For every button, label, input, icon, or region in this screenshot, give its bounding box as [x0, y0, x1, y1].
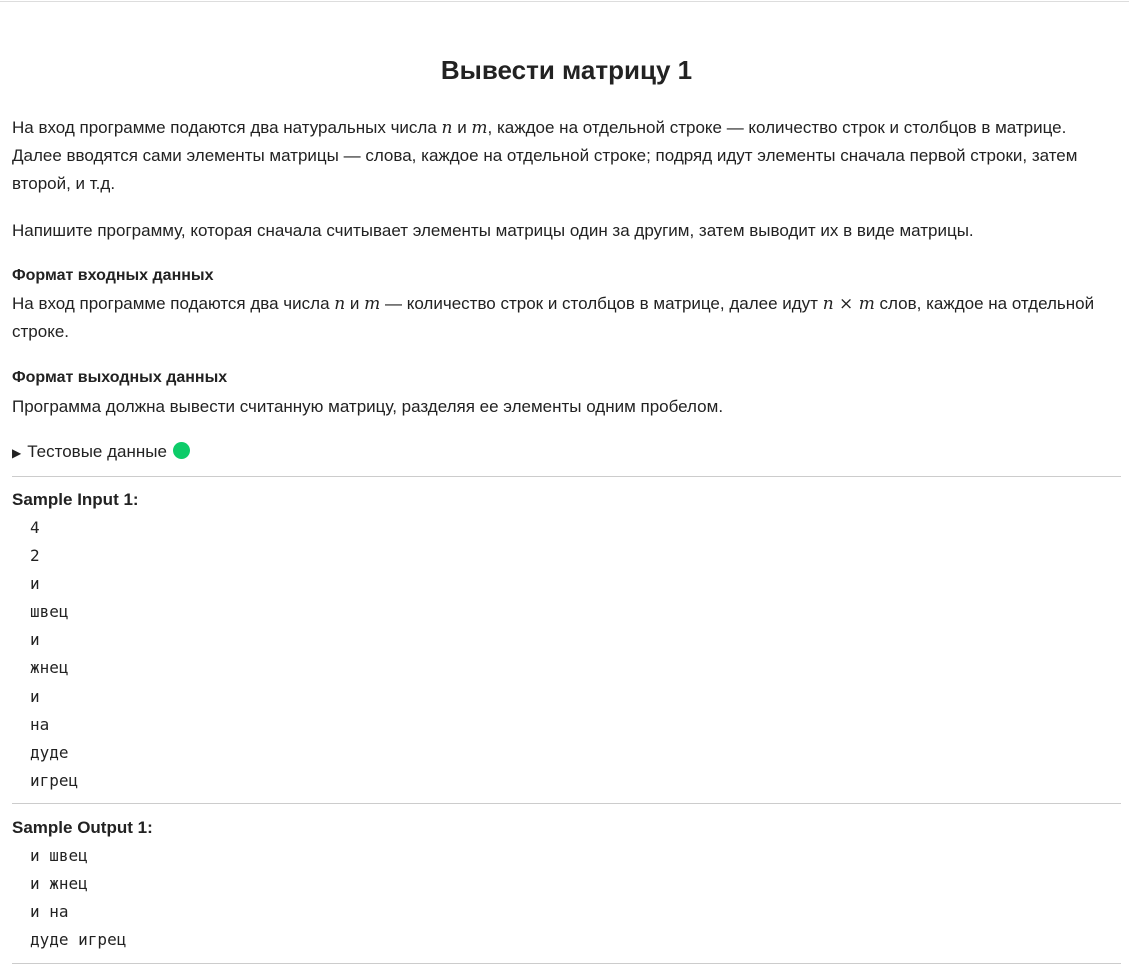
- math-n: n: [441, 118, 453, 138]
- description-paragraph: На вход программе подаются два натуральн…: [12, 114, 1112, 198]
- divider: [12, 476, 1121, 477]
- text: и: [345, 294, 365, 313]
- top-divider: [0, 1, 1129, 2]
- page-title: Вывести матрицу 1: [440, 55, 693, 85]
- task-paragraph: Напишите программу, которая сначала счит…: [12, 221, 974, 240]
- sample-output-label: Sample Output 1:: [12, 818, 153, 837]
- test-data-label: Тестовые данные: [27, 442, 167, 461]
- divider: [12, 963, 1121, 964]
- divider: [12, 803, 1121, 804]
- math-m: m: [364, 294, 381, 314]
- math-n-times-m: n × m: [822, 294, 875, 314]
- sample-input-label: Sample Input 1:: [12, 490, 139, 509]
- text: и: [452, 118, 472, 137]
- math-n: n: [334, 294, 346, 314]
- output-format-heading: Формат выходных данных: [12, 369, 228, 386]
- input-format-heading: Формат входных данных: [12, 267, 214, 284]
- triangle-right-icon: ▶: [12, 446, 22, 460]
- text: — количество строк и столбцов в матрице,…: [380, 294, 823, 313]
- output-format-text: Программа должна вывести считанную матри…: [12, 397, 724, 416]
- sample-input-text: 4 2 и швец и жнец и на дуде игрец: [30, 518, 79, 790]
- text: На вход программе подаются два натуральн…: [12, 118, 442, 137]
- sample-output-text: и швец и жнец и на дуде игрец: [30, 846, 127, 950]
- test-data-toggle[interactable]: ▶ Тестовые данные: [12, 438, 190, 467]
- status-dot-icon: [172, 442, 190, 459]
- input-format-text: На вход программе подаются два числа n и…: [12, 290, 1112, 346]
- text: На вход программе подаются два числа: [12, 294, 335, 313]
- math-m: m: [471, 118, 488, 138]
